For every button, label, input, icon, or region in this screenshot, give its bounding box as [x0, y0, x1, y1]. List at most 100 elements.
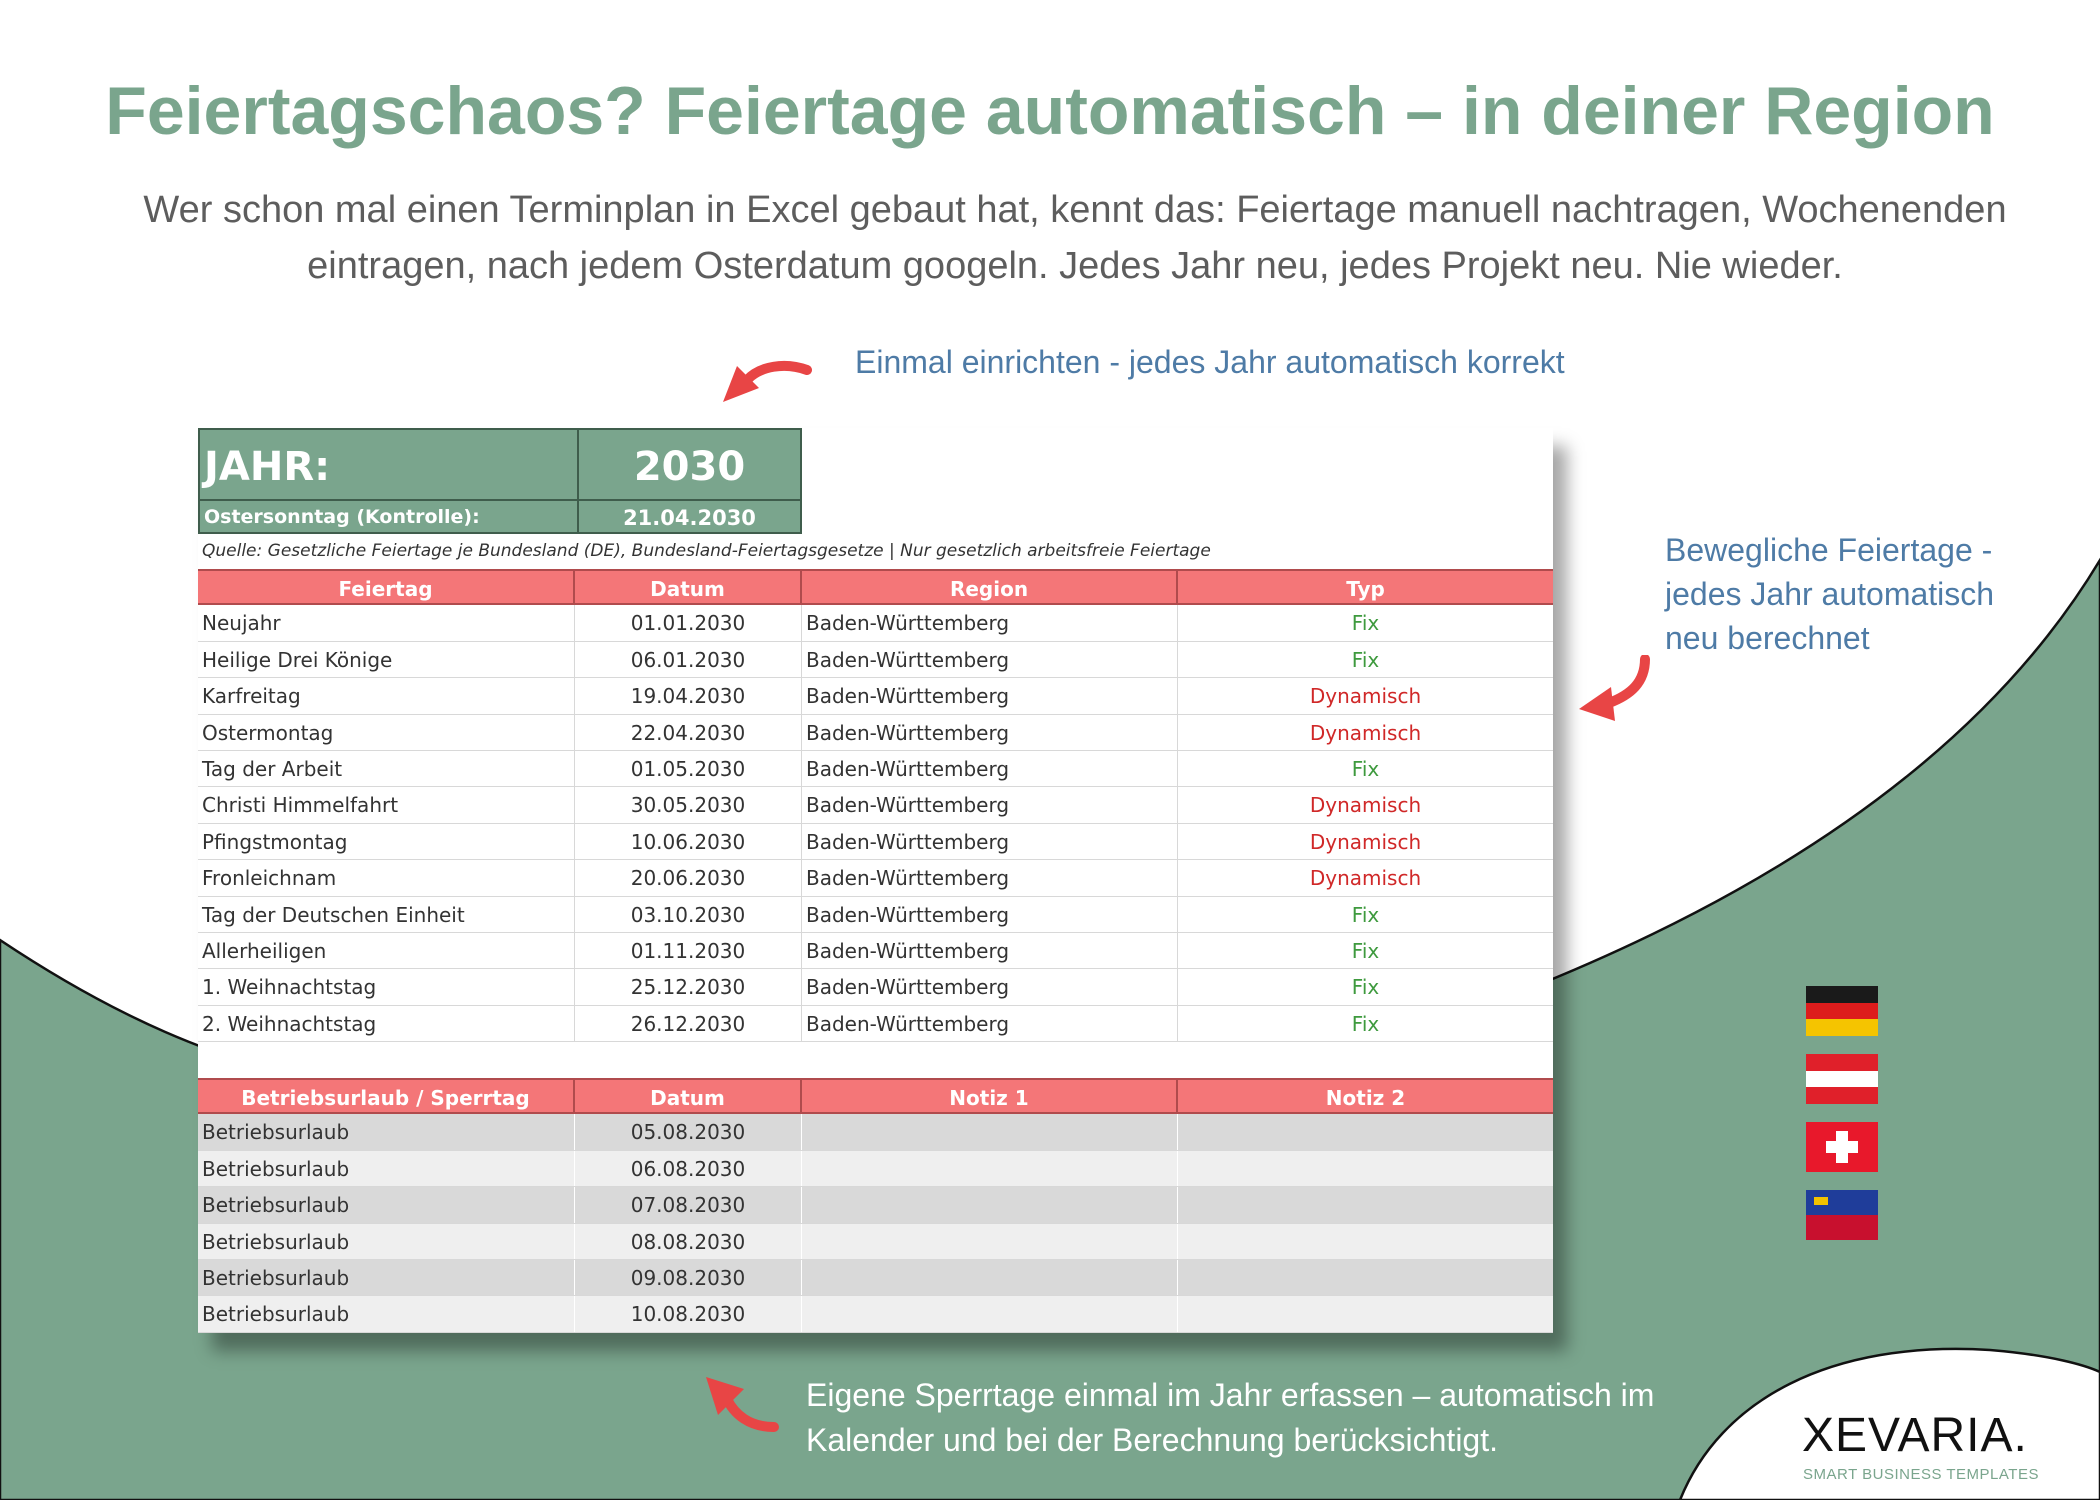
table-cell[interactable]: Tag der Arbeit: [198, 750, 575, 787]
table-cell[interactable]: 30.05.2030: [575, 787, 802, 823]
table-cell[interactable]: Dynamisch: [1178, 678, 1553, 713]
table-cell[interactable]: [802, 1187, 1178, 1223]
table-cell[interactable]: Dynamisch: [1178, 860, 1553, 895]
table-cell[interactable]: Baden-Württemberg: [802, 896, 1178, 932]
table-cell[interactable]: Tag der Deutschen Einheit: [198, 896, 575, 932]
table-row: Betriebsurlaub 05.08.2030: [198, 1114, 1553, 1151]
table-cell[interactable]: Fix: [1178, 933, 1553, 968]
table-cell[interactable]: Baden-Württemberg: [802, 932, 1178, 969]
table-cell[interactable]: [802, 1259, 1178, 1296]
table-cell[interactable]: [802, 1150, 1178, 1187]
table-cell[interactable]: Baden-Württemberg: [802, 750, 1178, 787]
source-note: Quelle: Gesetzliche Feiertage je Bundesl…: [202, 541, 1211, 561]
table-cell[interactable]: 22.04.2030: [575, 714, 802, 750]
table-cell[interactable]: Karfreitag: [198, 678, 575, 714]
year-box-divider-h: [200, 499, 800, 501]
table-cell[interactable]: 09.08.2030: [575, 1259, 802, 1296]
table-cell[interactable]: [1178, 1114, 1553, 1149]
table-cell[interactable]: Dynamisch: [1178, 787, 1553, 822]
table-row: 2. Weihnachtstag 26.12.2030 Baden-Württemb…: [198, 1005, 1553, 1043]
table-row: Betriebsurlaub 07.08.2030: [198, 1187, 1553, 1224]
table-cell[interactable]: Baden-Württemberg: [802, 787, 1178, 823]
table-cell[interactable]: 26.12.2030: [575, 1005, 802, 1042]
table-cell[interactable]: 19.04.2030: [575, 678, 802, 714]
table-cell[interactable]: [1178, 1260, 1553, 1295]
column-header[interactable]: Betriebsurlaub / Sperrtag: [198, 1080, 575, 1113]
table-cell[interactable]: Ostermontag: [198, 714, 575, 750]
callout-right-line-2: jedes Jahr automatisch: [1665, 576, 1995, 612]
table-cell[interactable]: Fix: [1178, 642, 1553, 677]
column-header[interactable]: Region: [802, 571, 1178, 604]
callout-right-line-1: Bewegliche Feiertage -: [1665, 532, 1993, 568]
table-cell[interactable]: Fronleichnam: [198, 860, 575, 896]
holidays-table: Feiertag Datum Region Typ Neujahr 01.01.2030 B…: [198, 569, 1553, 1043]
table-row: Neujahr 01.01.2030 Baden-Württemberg Fix: [198, 605, 1553, 642]
column-header[interactable]: Notiz 1: [802, 1080, 1178, 1113]
table-cell[interactable]: [1178, 1151, 1553, 1186]
table-cell[interactable]: Betriebsurlaub: [198, 1296, 575, 1332]
table-cell[interactable]: 05.08.2030: [575, 1114, 802, 1150]
table-cell[interactable]: [802, 1223, 1178, 1259]
table-cell[interactable]: 06.08.2030: [575, 1150, 802, 1187]
table-cell[interactable]: Heilige Drei Könige: [198, 641, 575, 678]
table-cell[interactable]: Baden-Württemberg: [802, 605, 1178, 641]
table-cell[interactable]: Baden-Württemberg: [802, 823, 1178, 860]
table-cell[interactable]: Baden-Württemberg: [802, 678, 1178, 714]
table-cell[interactable]: Fix: [1178, 969, 1553, 1004]
table-cell[interactable]: [802, 1114, 1178, 1150]
table-cell[interactable]: Fix: [1178, 751, 1553, 786]
table-cell[interactable]: Betriebsurlaub: [198, 1114, 575, 1150]
switzerland-flag: [1806, 1122, 1878, 1172]
table-cell[interactable]: Betriebsurlaub: [198, 1259, 575, 1296]
table-cell[interactable]: Dynamisch: [1178, 824, 1553, 859]
year-input[interactable]: 2030: [579, 444, 800, 490]
table-cell[interactable]: 20.06.2030: [575, 860, 802, 896]
table-cell[interactable]: Betriebsurlaub: [198, 1223, 575, 1259]
table-cell[interactable]: 08.08.2030: [575, 1223, 802, 1259]
table-cell[interactable]: [1178, 1187, 1553, 1222]
table-cell[interactable]: [1178, 1296, 1553, 1331]
table-row: Ostermontag 22.04.2030 Baden-Württemberg Dy…: [198, 714, 1553, 751]
table-cell[interactable]: Fix: [1178, 605, 1553, 640]
table-cell[interactable]: Baden-Württemberg: [802, 1005, 1178, 1042]
table-cell[interactable]: 01.11.2030: [575, 932, 802, 969]
table-cell[interactable]: 2. Weihnachtstag: [198, 1005, 575, 1042]
column-header[interactable]: Datum: [575, 571, 802, 604]
subline-line-2: eintragen, nach jedem Osterdatum googeln…: [307, 245, 1843, 287]
table-cell[interactable]: 06.01.2030: [575, 641, 802, 678]
table-cell[interactable]: 10.08.2030: [575, 1296, 802, 1332]
table-cell[interactable]: Baden-Württemberg: [802, 714, 1178, 750]
table-row: Betriebsurlaub 10.08.2030: [198, 1296, 1553, 1333]
table-cell[interactable]: 01.01.2030: [575, 605, 802, 641]
table-cell[interactable]: 1. Weihnachtstag: [198, 969, 575, 1005]
table-cell[interactable]: Dynamisch: [1178, 715, 1553, 750]
table-cell[interactable]: Betriebsurlaub: [198, 1187, 575, 1223]
table-row: Tag der Deutschen Einheit 03.10.2030 Baden…: [198, 896, 1553, 933]
table-cell[interactable]: Pfingstmontag: [198, 823, 575, 860]
table-cell[interactable]: [802, 1296, 1178, 1332]
table-cell[interactable]: Fix: [1178, 897, 1553, 932]
table-cell[interactable]: Fix: [1178, 1006, 1553, 1041]
table-cell[interactable]: Betriebsurlaub: [198, 1150, 575, 1187]
callout-bottom: Eigene Sperrtage einmal im Jahr erfassen…: [806, 1373, 1706, 1463]
table-cell[interactable]: [1178, 1224, 1553, 1259]
table-cell[interactable]: Allerheiligen: [198, 932, 575, 969]
table-cell[interactable]: 07.08.2030: [575, 1187, 802, 1223]
table-cell[interactable]: 25.12.2030: [575, 969, 802, 1005]
table-cell[interactable]: 10.06.2030: [575, 823, 802, 860]
closures-table: Betriebsurlaub / Sperrtag Datum Notiz 1 Not…: [198, 1078, 1553, 1333]
table-cell[interactable]: 03.10.2030: [575, 896, 802, 932]
arrow-top-icon: [723, 360, 812, 402]
table-cell[interactable]: Baden-Württemberg: [802, 860, 1178, 896]
table-cell[interactable]: 01.05.2030: [575, 750, 802, 787]
column-header[interactable]: Notiz 2: [1178, 1080, 1553, 1112]
table-cell[interactable]: Baden-Württemberg: [802, 969, 1178, 1005]
column-header[interactable]: Datum: [575, 1080, 802, 1113]
column-header[interactable]: Typ: [1178, 571, 1553, 603]
column-header[interactable]: Feiertag: [198, 571, 575, 604]
table-cell[interactable]: Baden-Württemberg: [802, 641, 1178, 678]
closures-header-row: Betriebsurlaub / Sperrtag Datum Notiz 1 Not…: [198, 1078, 1553, 1115]
table-cell[interactable]: Christi Himmelfahrt: [198, 787, 575, 823]
table-cell[interactable]: Neujahr: [198, 605, 575, 641]
year-box: JAHR: 2030 Ostersonntag (Kontrolle): 21.…: [198, 428, 802, 534]
